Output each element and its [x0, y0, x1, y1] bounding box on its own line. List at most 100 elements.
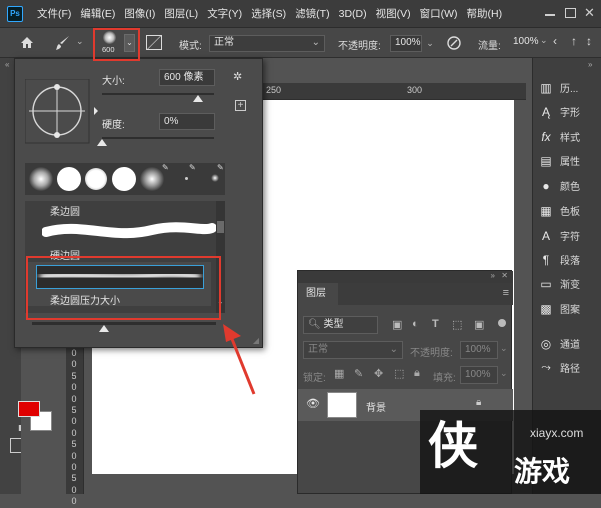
- flow-dropdown[interactable]: ⌄: [540, 35, 548, 46]
- filter-toggle-icon[interactable]: [498, 319, 506, 327]
- hardness-slider-track[interactable]: [102, 137, 214, 139]
- scrollbar-thumb[interactable]: [217, 221, 224, 233]
- opacity-dropdown[interactable]: ⌄: [424, 35, 436, 52]
- dock-properties[interactable]: ▤ 属性: [539, 153, 580, 169]
- expand-icon[interactable]: »: [588, 60, 592, 69]
- minimize-icon[interactable]: [545, 14, 555, 16]
- paragraph-icon: ¶: [542, 252, 550, 267]
- menu-image[interactable]: 图像(I): [124, 6, 155, 21]
- flow-label: 流量:: [478, 41, 501, 52]
- dock-styles[interactable]: fx 样式: [539, 129, 580, 145]
- dock-channels[interactable]: ◎ 通道: [539, 336, 580, 352]
- lock-all-icon[interactable]: 🔒︎: [414, 367, 420, 380]
- layer-blend-mode-select[interactable]: 正常 ⌄: [303, 341, 403, 359]
- opacity-input[interactable]: 100%: [390, 35, 422, 52]
- brush-tip[interactable]: [112, 167, 136, 191]
- lock-pixels-icon[interactable]: ✎: [354, 367, 363, 380]
- close-icon[interactable]: ✕: [501, 271, 508, 280]
- swatches-icon: ▦: [540, 203, 552, 218]
- gear-icon[interactable]: ✲: [233, 70, 242, 83]
- blend-mode-select[interactable]: 正常 ⌄: [209, 35, 325, 52]
- dock-history[interactable]: ▥ 历...: [539, 80, 578, 96]
- filter-smart-icon[interactable]: ▣: [474, 318, 484, 331]
- filter-shape-icon[interactable]: ⬚: [452, 318, 462, 331]
- brush-tip[interactable]: [85, 168, 107, 190]
- pressure-size-icon[interactable]: ↕: [586, 34, 592, 48]
- dock-paths[interactable]: ⤳ 路径: [539, 360, 580, 375]
- annotation-arrow: [223, 324, 256, 395]
- paths-icon: ⤳: [541, 360, 551, 374]
- preview-size-slider-thumb[interactable]: [99, 325, 109, 332]
- brush-tool-icon[interactable]: [55, 35, 71, 51]
- lock-position-icon[interactable]: ✥: [374, 367, 383, 380]
- menu-3d[interactable]: 3D(D): [339, 8, 367, 20]
- brush-stroke-preview[interactable]: [42, 218, 217, 242]
- chevron-down-icon[interactable]: ⌄: [500, 343, 508, 354]
- new-preset-icon[interactable]: +: [235, 100, 246, 111]
- size-slider-thumb[interactable]: [193, 95, 204, 102]
- close-icon[interactable]: ✕: [584, 5, 595, 21]
- menu-layer[interactable]: 图层(L): [164, 6, 198, 21]
- watermark-domain: xiayx.com: [530, 426, 584, 440]
- brush-tip[interactable]: [57, 167, 81, 191]
- dock-glyphs[interactable]: Ą 字形: [539, 104, 580, 120]
- menu-file[interactable]: 文件(F): [37, 6, 71, 21]
- smoothing-icon[interactable]: ↑: [571, 34, 577, 48]
- preview-size-slider-track[interactable]: [32, 322, 216, 325]
- hardness-label: 硬度:: [102, 120, 125, 131]
- chevron-down-icon[interactable]: ⌄: [500, 368, 508, 379]
- pencil-icon: ✎: [162, 163, 169, 172]
- pencil-icon: ✎: [189, 163, 196, 172]
- dock-swatches[interactable]: ▦ 色板: [539, 203, 580, 219]
- lock-artboard-icon[interactable]: ⬚: [394, 367, 404, 380]
- layer-opacity-input[interactable]: 100%: [460, 341, 498, 359]
- filter-adjustment-icon[interactable]: ◐: [412, 318, 419, 330]
- brush-tip[interactable]: [185, 177, 188, 180]
- airbrush-icon[interactable]: ‹: [553, 34, 557, 48]
- lock-transparent-icon[interactable]: ▦: [334, 367, 344, 380]
- chevron-down-icon[interactable]: ⌄: [76, 36, 84, 47]
- brush-angle-roundness-widget[interactable]: [25, 79, 101, 155]
- flow-input[interactable]: 100%: [509, 35, 539, 52]
- filter-type-icon[interactable]: T: [432, 318, 439, 330]
- brush-tip[interactable]: [29, 167, 53, 191]
- foreground-color-swatch[interactable]: [18, 401, 40, 417]
- hardness-slider-thumb[interactable]: [97, 139, 107, 146]
- dock-gradients[interactable]: ▭ 渐变: [539, 276, 580, 292]
- tab-layers[interactable]: 图层: [298, 283, 338, 305]
- pressure-opacity-icon[interactable]: [446, 35, 462, 51]
- menu-filter[interactable]: 滤镜(T): [295, 6, 329, 21]
- menu-select[interactable]: 选择(S): [251, 6, 286, 21]
- options-bar: ⌄ 600 ⌄ 模式: 正常 ⌄ 不透明度: 100% ⌄ 流量: 100% ⌄ …: [0, 28, 601, 58]
- dock-patterns[interactable]: ▩ 图案: [539, 301, 580, 317]
- collapse-icon[interactable]: «: [5, 60, 9, 69]
- menu-window[interactable]: 窗口(W): [420, 6, 458, 21]
- collapse-icon[interactable]: »: [491, 271, 495, 280]
- hardness-input[interactable]: 0%: [159, 113, 215, 130]
- brush-tip[interactable]: [140, 167, 164, 191]
- home-icon[interactable]: [20, 36, 34, 49]
- annotation-box: [26, 256, 221, 320]
- fill-input[interactable]: 100%: [460, 366, 498, 384]
- brush-tip[interactable]: [211, 174, 219, 182]
- channels-icon: ◎: [540, 336, 552, 351]
- brush-settings-panel-icon[interactable]: [146, 35, 162, 50]
- filter-pixel-icon[interactable]: ▣: [392, 318, 402, 331]
- visibility-eye-icon[interactable]: 👁︎: [306, 397, 320, 410]
- dock-paragraph[interactable]: ¶ 段落: [539, 252, 580, 268]
- lock-label: 锁定:: [303, 373, 326, 384]
- menu-help[interactable]: 帮助(H): [467, 6, 503, 21]
- photoshop-logo-icon: Ps: [7, 5, 23, 22]
- size-label: 大小:: [102, 76, 125, 87]
- size-input[interactable]: 600 像素: [159, 69, 215, 86]
- maximize-icon[interactable]: [565, 8, 576, 18]
- dock-character[interactable]: A 字符: [539, 228, 580, 244]
- character-icon: A: [541, 228, 550, 243]
- menu-edit[interactable]: 编辑(E): [80, 6, 115, 21]
- panel-menu-icon[interactable]: ≡: [503, 287, 509, 299]
- layers-panel-titlebar: » ✕: [298, 271, 513, 283]
- dock-color[interactable]: ● 颜色: [539, 178, 580, 194]
- menu-type[interactable]: 文字(Y): [207, 6, 242, 21]
- menu-view[interactable]: 视图(V): [376, 6, 411, 21]
- layer-filter-select[interactable]: 🔍︎ 类型: [303, 316, 378, 334]
